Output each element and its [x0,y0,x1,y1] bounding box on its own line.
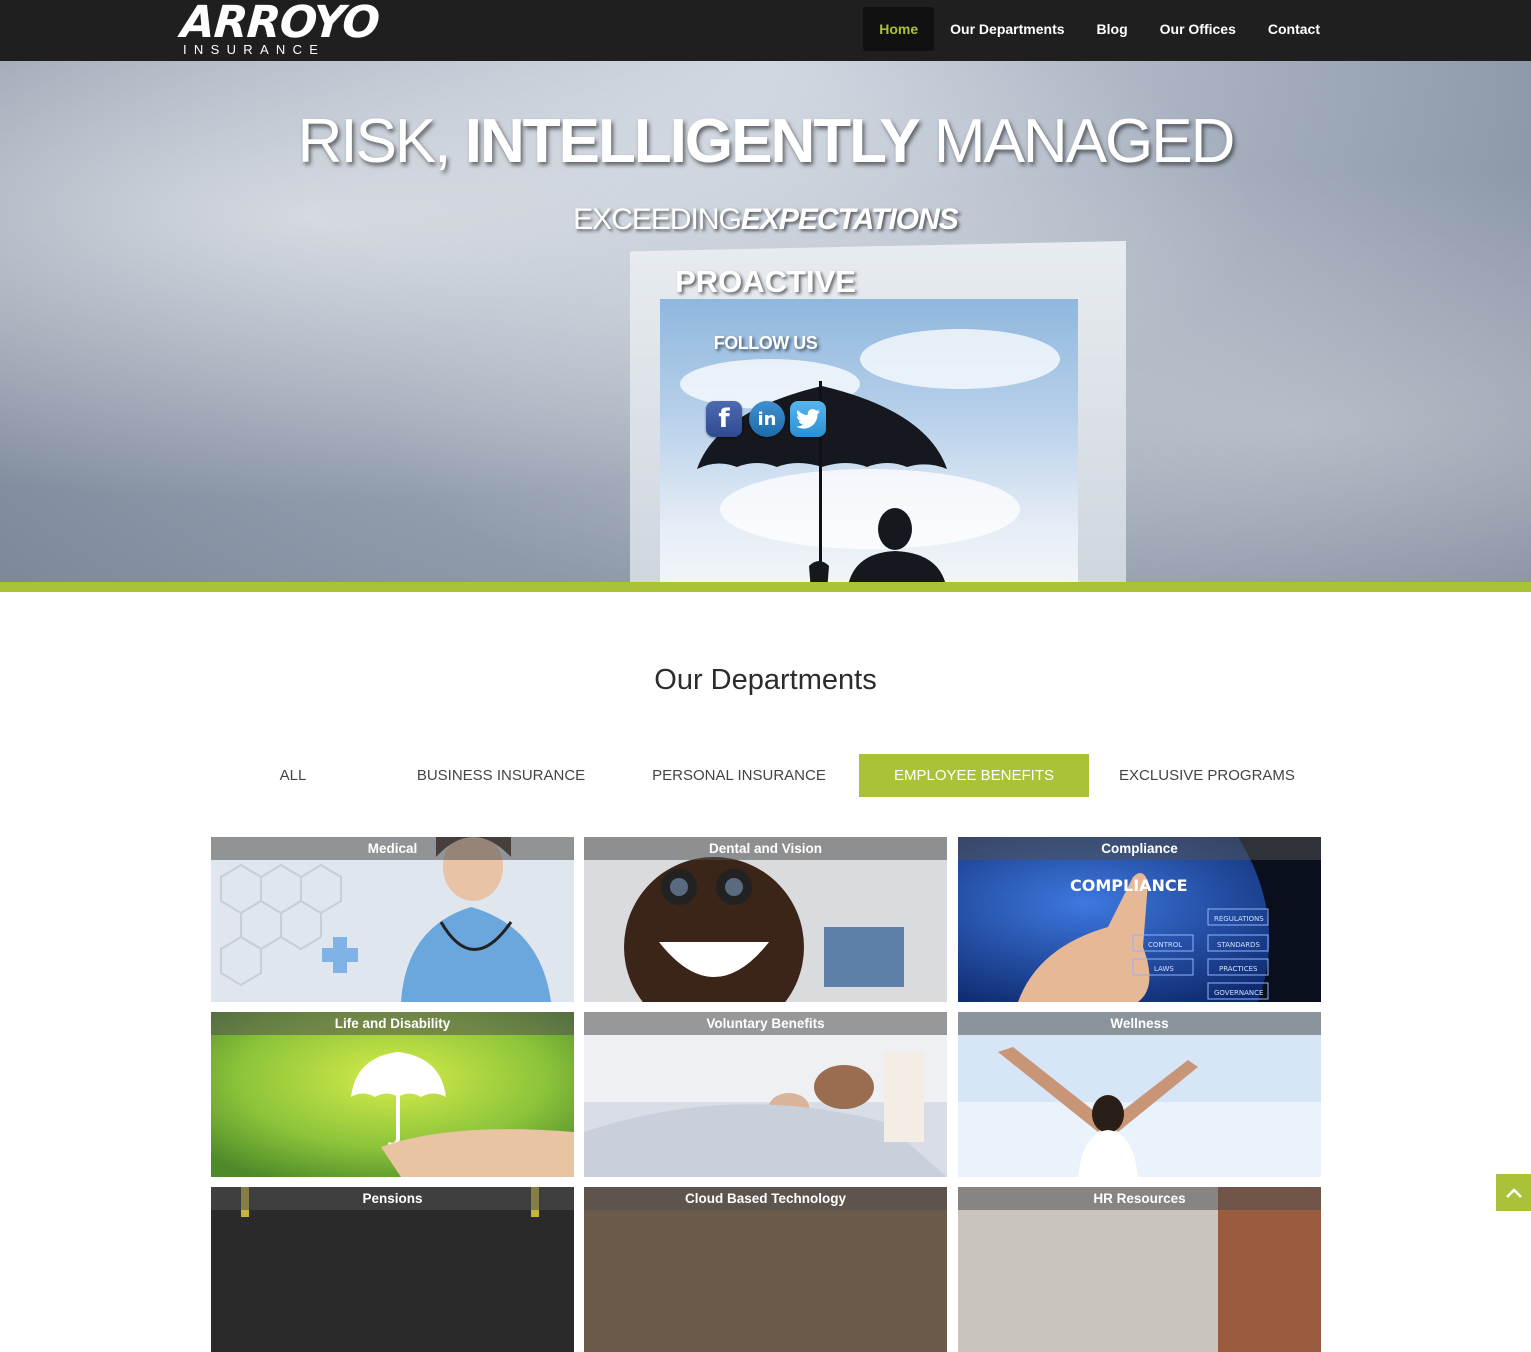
filter-employee-benefits[interactable]: EMPLOYEE BENEFITS [859,754,1089,797]
tile-caption: HR Resources [958,1187,1321,1210]
hr-resources-image [958,1187,1321,1352]
tile-pensions[interactable]: Pensions [211,1187,574,1352]
tile-caption: Compliance [958,837,1321,860]
life-disability-image [211,1012,574,1177]
wellness-image [958,1012,1321,1177]
hero-banner: RISK, INTELLIGENTLY MANAGED EXCEEDINGEXP… [0,61,1531,582]
compliance-item: REGULATIONS [1214,915,1264,923]
arroyo-logo[interactable]: ARROYO INSURANCE SERVICES [179,0,441,73]
main-nav: Home Our Departments Blog Our Offices Co… [863,7,1336,51]
hero-subheadline: EXCEEDINGEXPECTATIONS [0,203,1531,237]
tile-wellness[interactable]: Wellness [958,1012,1321,1177]
compliance-item: LAWS [1154,965,1174,973]
tile-dental-and-vision[interactable]: Dental and Vision [584,837,947,1002]
tile-caption: Life and Disability [211,1012,574,1035]
nav-our-departments[interactable]: Our Departments [934,7,1080,51]
linkedin-icon[interactable]: in [749,401,785,437]
headline-part-2: INTELLIGENTLY [464,107,921,176]
logo-wordmark: ARROYO [179,0,381,48]
tile-caption: Cloud Based Technology [584,1187,947,1210]
compliance-image: COMPLIANCE REGULATIONS CONTROL STANDARDS… [958,837,1321,1002]
filter-business-insurance[interactable]: BUSINESS INSURANCE [406,754,596,797]
hero-accent-bar [0,582,1531,592]
tile-caption: Wellness [958,1012,1321,1035]
departments-heading: Our Departments [654,664,877,696]
twitter-icon[interactable] [790,401,826,437]
compliance-image-heading: COMPLIANCE [1070,876,1188,895]
compliance-item: STANDARDS [1217,941,1261,949]
headline-part-1: RISK, [297,107,465,176]
voluntary-benefits-image [584,1012,947,1177]
medical-image [211,837,574,1002]
tile-caption: Dental and Vision [584,837,947,860]
nav-contact[interactable]: Contact [1252,7,1336,51]
tile-compliance[interactable]: COMPLIANCE REGULATIONS CONTROL STANDARDS… [958,837,1321,1002]
back-to-top-button[interactable] [1496,1174,1531,1211]
nav-our-offices[interactable]: Our Offices [1144,7,1252,51]
filter-all[interactable]: ALL [248,754,338,797]
site-header: ARROYO INSURANCE SERVICES Home Our Depar… [0,0,1531,73]
dental-vision-image [584,837,947,1002]
subheadline-part-2: EXPECTATIONS [740,203,959,236]
department-filters: ALL BUSINESS INSURANCE PERSONAL INSURANC… [211,754,1321,797]
compliance-item: GOVERNANCE [1214,989,1263,997]
tile-hr-resources[interactable]: HR Resources [958,1187,1321,1352]
cloud-technology-image [584,1187,947,1352]
headline-part-3: MANAGED [918,107,1235,176]
tile-medical[interactable]: Medical [211,837,574,1002]
subheadline-part-1: EXCEEDING [573,203,742,236]
nav-home[interactable]: Home [863,7,935,51]
compliance-item: PRACTICES [1219,965,1258,973]
tile-life-and-disability[interactable]: Life and Disability [211,1012,574,1177]
tile-caption: Voluntary Benefits [584,1012,947,1035]
tile-caption: Medical [211,837,574,860]
filter-personal-insurance[interactable]: PERSONAL INSURANCE [644,754,834,797]
follow-us-label: FOLLOW US [713,333,818,353]
hero-headline: RISK, INTELLIGENTLY MANAGED [0,106,1531,177]
hero-proactive: PROACTIVE [675,264,856,299]
tile-cloud-based-technology[interactable]: Cloud Based Technology [584,1187,947,1352]
pensions-image [211,1187,574,1352]
tile-voluntary-benefits[interactable]: Voluntary Benefits [584,1012,947,1177]
chevron-up-icon [1505,1187,1522,1198]
filter-exclusive-programs[interactable]: EXCLUSIVE PROGRAMS [1109,754,1305,797]
tile-caption: Pensions [211,1187,574,1210]
facebook-icon[interactable]: f [706,401,742,437]
compliance-item: CONTROL [1148,941,1182,949]
nav-blog[interactable]: Blog [1081,7,1144,51]
